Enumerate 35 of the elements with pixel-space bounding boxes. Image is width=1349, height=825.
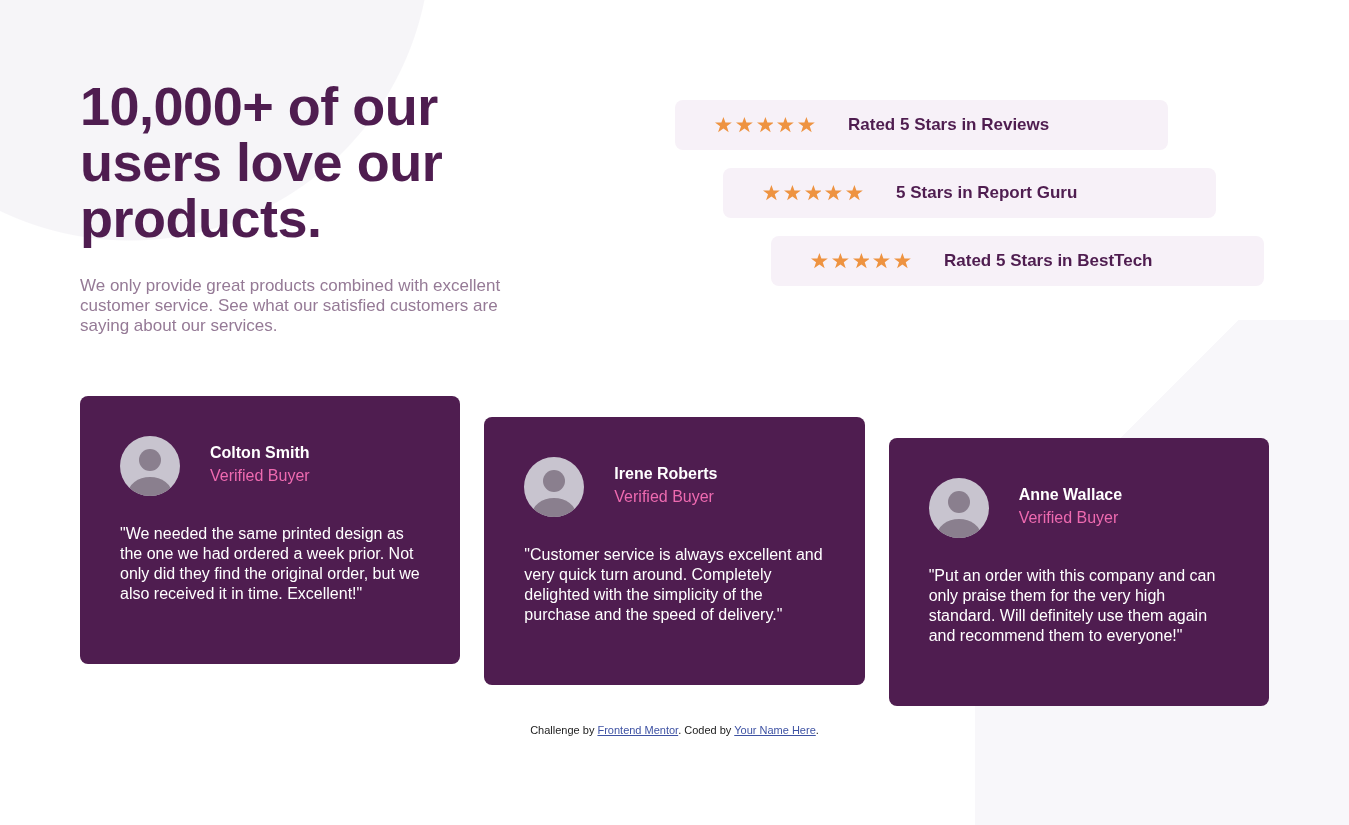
testimonial-quote: "Put an order with this company and can only praise them for the very high standard. Will definitely use them again and recommend them to everyone!" xyxy=(928,566,1217,646)
star-icon xyxy=(777,117,795,133)
testimonial-quote: "Customer service is always excellent and very quick turn around. Completely delighted with the simplicity of the purchase and the speed of delivery." xyxy=(524,545,824,625)
star-icon xyxy=(735,117,753,133)
reviewer-name: Anne Wallace xyxy=(1018,485,1123,505)
star-icon xyxy=(873,253,891,269)
reviewer-name: Colton Smith xyxy=(210,443,310,463)
star-icon xyxy=(756,117,774,133)
reviewer-name: Irene Roberts xyxy=(614,464,718,484)
rating-label: 5 Stars in Report Guru xyxy=(896,183,1078,203)
reviewer-role: Verified Buyer xyxy=(1018,508,1120,528)
headline: 10,000+ of our users love our products. xyxy=(80,78,444,246)
reviewer-role: Verified Buyer xyxy=(210,466,310,486)
footer-link[interactable]: Frontend Mentor xyxy=(597,724,679,736)
reviewer-role: Verified Buyer xyxy=(614,487,715,507)
star-icon xyxy=(804,185,822,201)
star-icon xyxy=(852,253,870,269)
star-icon xyxy=(811,253,828,269)
rating-label: Rated 5 Stars in Reviews xyxy=(848,115,1050,135)
star-icon xyxy=(846,185,863,201)
footer-link[interactable]: Your Name Here xyxy=(734,724,816,736)
star-icon xyxy=(831,253,849,269)
footer-text: . Coded by xyxy=(678,724,733,736)
star-icon xyxy=(798,117,815,133)
avatar xyxy=(120,436,180,496)
intro-text: We only provide great products combined with excellent customer service. See what our satisfied customers are saying about our services. xyxy=(80,276,502,336)
star-icon xyxy=(894,253,911,269)
testimonial-quote: "We needed the same printed design as the one we had ordered a week prior. Not only did they find the original order, but we also received it in time. Excellent!" xyxy=(120,524,421,604)
rating-label: Rated 5 Stars in BestTech xyxy=(944,251,1153,271)
footer-text: Challenge by xyxy=(530,724,596,736)
footer-text: . xyxy=(815,724,819,736)
star-icon xyxy=(763,185,780,201)
star-icon xyxy=(715,117,732,133)
star-icon xyxy=(825,185,843,201)
star-icon xyxy=(783,185,801,201)
